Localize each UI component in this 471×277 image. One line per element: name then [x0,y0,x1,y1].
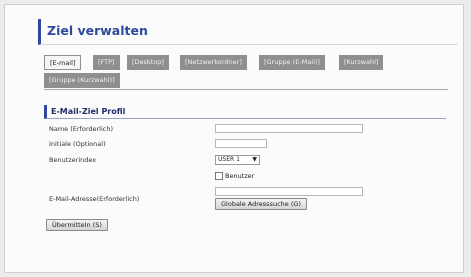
chevron-down-icon: ▼ [252,156,257,163]
email-label: E-Mail-Adresse(Erforderlich) [49,195,140,203]
name-input[interactable] [215,124,363,133]
tab-desktop[interactable]: [Desktop] [127,55,169,70]
submit-button[interactable]: Übermitteln (S) [46,219,108,231]
global-address-search-button[interactable]: Globale Adresssuche (G) [215,198,307,210]
tab-group-speed-dial[interactable]: [Gruppe (Kurzwahl)] [44,73,120,88]
email-input[interactable] [215,187,363,196]
user-checkbox-row: Benutzer [215,172,254,181]
user-checkbox[interactable] [215,172,223,180]
user-checkbox-label: Benutzer [225,172,255,180]
page-title: Ziel verwalten [47,23,148,38]
user-index-label: Benutzerindex [49,156,97,164]
tab-network-folder[interactable]: [Netzwerkordner] [180,55,247,70]
tab-ftp[interactable]: [FTP] [93,55,120,70]
section-title: E-Mail-Ziel Profil [51,107,126,116]
user-index-select[interactable]: USER 1 ▼ [215,155,260,165]
page-header: Ziel verwalten [38,19,458,45]
tab-speed-dial[interactable]: [Kurzwahl] [339,55,384,70]
initials-input[interactable] [215,139,267,148]
initials-label: Initiale (Optional) [49,140,106,148]
tab-email[interactable]: [E-mail] [44,55,82,70]
user-index-selected: USER 1 [218,156,240,163]
tab-group-email[interactable]: [Gruppe (E-Mail)] [259,55,325,70]
name-label: Name (Erforderlich) [49,125,114,133]
section-header: E-Mail-Ziel Profil [44,105,446,119]
tab-divider [44,89,448,90]
